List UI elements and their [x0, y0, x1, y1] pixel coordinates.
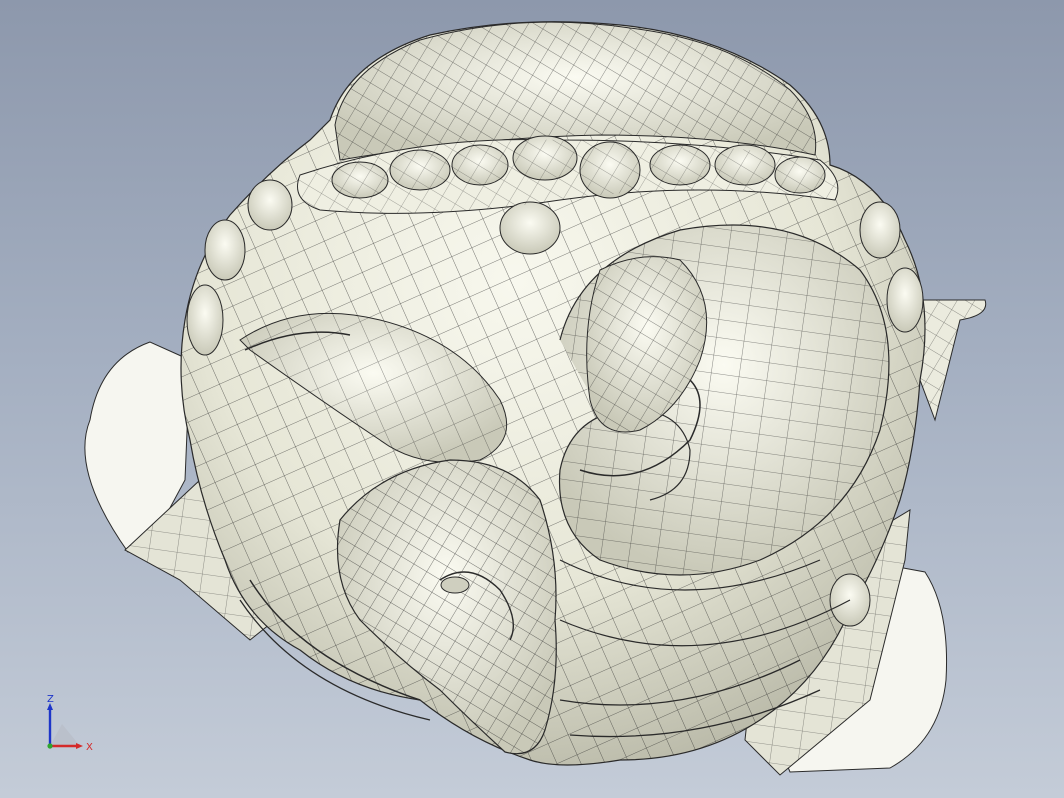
- y-axis-icon: [47, 743, 53, 749]
- 3d-viewport[interactable]: Z X: [0, 0, 1064, 798]
- z-axis-label: Z: [47, 694, 54, 705]
- orientation-triad: Z X: [47, 694, 93, 753]
- mesh-model[interactable]: [0, 0, 1064, 798]
- triad-plane-icon: [50, 724, 80, 746]
- x-axis-label: X: [86, 742, 93, 753]
